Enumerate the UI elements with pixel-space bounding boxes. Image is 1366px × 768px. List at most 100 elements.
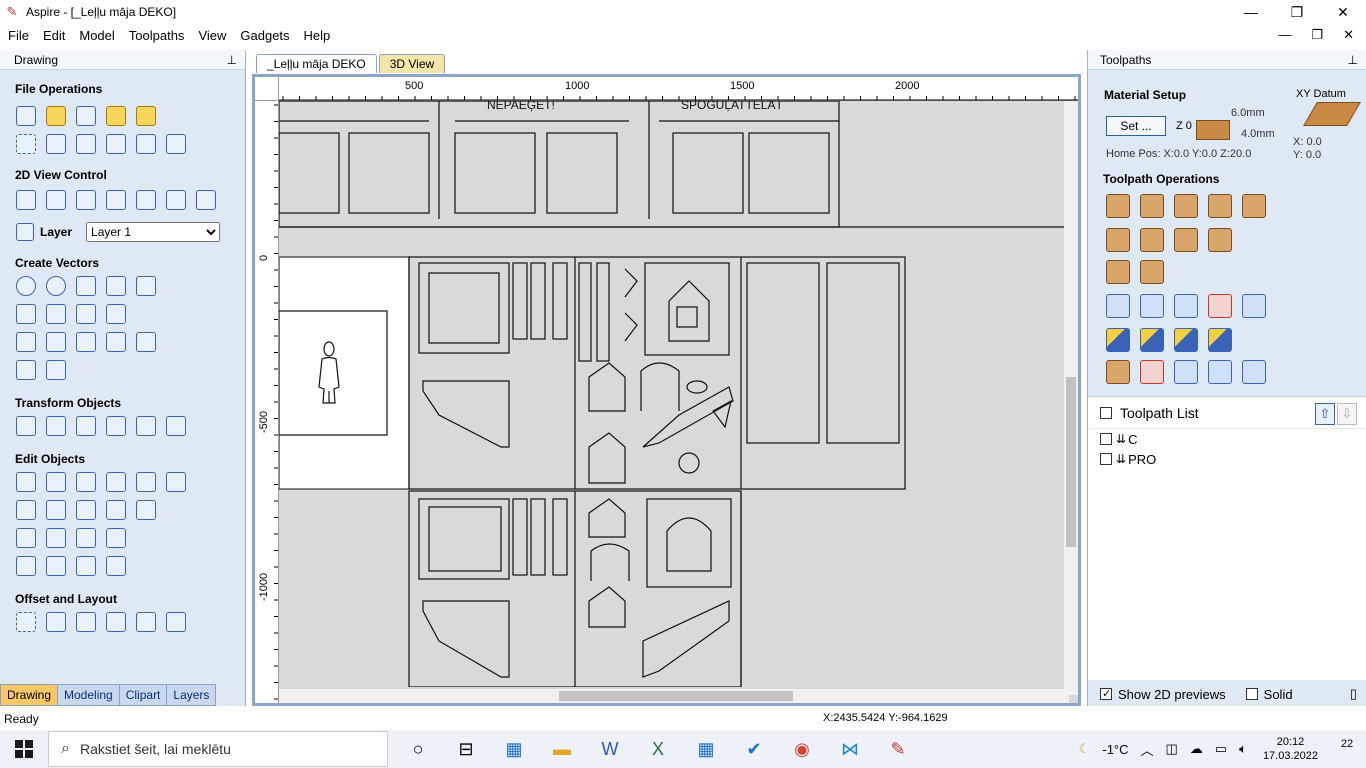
- vector-drawing[interactable]: NEPAEĢĒT! SPOGUĻATTĒLĀT: [278, 98, 1065, 688]
- select-icon[interactable]: [16, 472, 36, 492]
- circular-array-icon[interactable]: [76, 612, 96, 632]
- menu-view[interactable]: View: [192, 28, 232, 43]
- fill-region-icon[interactable]: [166, 612, 186, 632]
- array-copy-icon[interactable]: [46, 612, 66, 632]
- recalculate-icon[interactable]: [1106, 294, 1130, 318]
- calendar-icon[interactable]: ▦: [682, 730, 730, 768]
- move-icon[interactable]: [16, 416, 36, 436]
- interactive-select-icon[interactable]: [76, 472, 96, 492]
- word-icon[interactable]: W: [586, 730, 634, 768]
- tray-chevron-icon[interactable]: ︿: [1141, 740, 1154, 759]
- material-set-button[interactable]: Set ...: [1106, 116, 1166, 136]
- tab-layers[interactable]: Layers: [166, 684, 217, 706]
- maximize-button[interactable]: ❐: [1274, 0, 1320, 24]
- center-icon[interactable]: [166, 416, 186, 436]
- start-button[interactable]: [0, 730, 48, 768]
- meet-now-icon[interactable]: ◫: [1166, 741, 1178, 757]
- profile-toolpath-icon[interactable]: [1106, 194, 1130, 218]
- calculator-app-icon[interactable]: ▦: [490, 730, 538, 768]
- minimize-button[interactable]: —: [1228, 0, 1274, 24]
- preview-all-icon[interactable]: [1174, 328, 1198, 352]
- brush-icon[interactable]: [1106, 360, 1130, 384]
- draw-polygon-icon[interactable]: [106, 276, 126, 296]
- pin-icon[interactable]: ⊥: [1348, 53, 1358, 67]
- node-edit-icon[interactable]: [46, 472, 66, 492]
- toolpath-item-pro[interactable]: ⇊ PRO: [1088, 449, 1366, 469]
- move-up-button[interactable]: ⇧: [1315, 403, 1335, 425]
- pan-icon[interactable]: [16, 190, 36, 210]
- toolpath-list-select-all-checkbox[interactable]: [1100, 406, 1112, 419]
- text-abc-icon[interactable]: [136, 332, 156, 352]
- pocket-toolpath-icon[interactable]: [1140, 194, 1164, 218]
- vertical-scrollbar[interactable]: [1064, 101, 1078, 695]
- save-toolpath-icon[interactable]: [1208, 360, 1232, 384]
- fillet-icon[interactable]: [16, 528, 36, 548]
- zoom-box-icon[interactable]: [46, 190, 66, 210]
- offset-icon[interactable]: [16, 612, 36, 632]
- preview-reset-icon[interactable]: [1208, 328, 1232, 352]
- save-file-icon[interactable]: [76, 106, 96, 126]
- menu-edit[interactable]: Edit: [37, 28, 71, 43]
- redo-icon[interactable]: [166, 134, 186, 154]
- prism-toolpath-icon[interactable]: [1106, 228, 1130, 252]
- mirror-icon[interactable]: [106, 416, 126, 436]
- vcarve-toolpath-icon[interactable]: [1208, 194, 1232, 218]
- chrome-icon[interactable]: ◉: [778, 730, 826, 768]
- taskbar-search[interactable]: ⌕ Rakstiet šeit, lai meklētu: [48, 731, 388, 767]
- 3d-roughing-icon[interactable]: [1106, 260, 1130, 284]
- view-export-icon[interactable]: [196, 190, 216, 210]
- menu-gadgets[interactable]: Gadgets: [234, 28, 295, 43]
- weather-icon[interactable]: ☾: [1079, 741, 1091, 757]
- tab-right-icon[interactable]: [106, 556, 126, 576]
- text-arc-icon[interactable]: [106, 332, 126, 352]
- toolpath-item-checkbox[interactable]: [1100, 453, 1112, 465]
- auto-layout-text-icon[interactable]: [46, 332, 66, 352]
- battery-icon[interactable]: ▭: [1215, 741, 1227, 757]
- cut-icon[interactable]: [46, 134, 66, 154]
- layer-select[interactable]: Layer 1: [86, 222, 221, 242]
- zoom-all-icon[interactable]: [76, 190, 96, 210]
- draw-curve-icon[interactable]: [76, 304, 96, 324]
- volume-icon[interactable]: 🔈︎: [1239, 741, 1247, 757]
- scissors-icon[interactable]: [136, 500, 156, 520]
- preview-selected-icon[interactable]: [1140, 328, 1164, 352]
- tab-clipart[interactable]: Clipart: [118, 684, 168, 706]
- list-options-icon[interactable]: ▯: [1350, 686, 1357, 702]
- import-vectors-icon[interactable]: [106, 106, 126, 126]
- calculator-icon[interactable]: [1242, 294, 1266, 318]
- scale-icon[interactable]: [46, 416, 66, 436]
- menu-model[interactable]: Model: [73, 28, 120, 43]
- horizontal-scrollbar[interactable]: [279, 689, 1069, 703]
- undo-icon[interactable]: [136, 134, 156, 154]
- draw-polyline-icon[interactable]: [16, 304, 36, 324]
- mdi-minimize-button[interactable]: —: [1272, 27, 1297, 43]
- edit-toolpath-icon[interactable]: [1140, 294, 1164, 318]
- job-setup-icon[interactable]: [16, 134, 36, 154]
- toolpath-item-c[interactable]: ⇊ C: [1088, 429, 1366, 449]
- paste-icon[interactable]: [106, 134, 126, 154]
- menu-help[interactable]: Help: [298, 28, 337, 43]
- close-vector-icon[interactable]: [16, 556, 36, 576]
- file-explorer-icon[interactable]: ▬: [538, 730, 586, 768]
- task-view-icon[interactable]: ⊟: [442, 730, 490, 768]
- trim-icon[interactable]: [106, 500, 126, 520]
- menu-toolpaths[interactable]: Toolpaths: [123, 28, 191, 43]
- dimension-icon[interactable]: [16, 360, 36, 380]
- distort-icon[interactable]: [136, 416, 156, 436]
- view-snap-icon[interactable]: [166, 190, 186, 210]
- todo-icon[interactable]: ✔: [730, 730, 778, 768]
- join-icon[interactable]: [166, 472, 186, 492]
- draw-star-icon[interactable]: [136, 276, 156, 296]
- aspire-taskbar-icon[interactable]: ✎: [874, 730, 922, 768]
- dogbone-icon[interactable]: [46, 528, 66, 548]
- open-file-icon[interactable]: [46, 106, 66, 126]
- draw-text-icon[interactable]: [16, 332, 36, 352]
- notifications-button[interactable]: 22: [1334, 738, 1360, 760]
- ungroup-icon[interactable]: [136, 472, 156, 492]
- group-icon[interactable]: [106, 472, 126, 492]
- weather-temperature[interactable]: -1°C: [1102, 742, 1128, 757]
- cortana-icon[interactable]: ○: [394, 730, 442, 768]
- draw-arc-icon[interactable]: [46, 304, 66, 324]
- drawing-canvas[interactable]: NEPAEĢĒT! SPOGUĻATTĒLĀT: [278, 98, 1065, 688]
- clock[interactable]: 20:12 17.03.2022: [1263, 735, 1318, 763]
